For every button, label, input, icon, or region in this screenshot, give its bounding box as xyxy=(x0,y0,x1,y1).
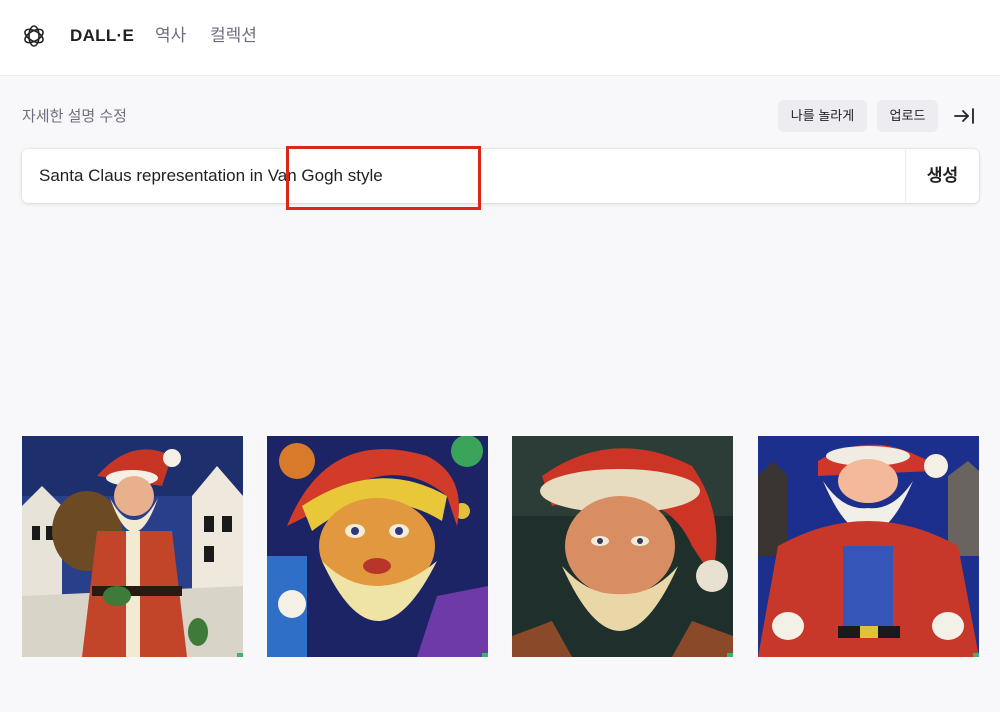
generate-button[interactable]: 생성 xyxy=(905,149,979,203)
prompt-input[interactable] xyxy=(22,149,905,203)
upload-button[interactable]: 업로드 xyxy=(877,100,938,132)
arrow-right-to-bar-icon[interactable] xyxy=(952,104,976,128)
result-image-santa-with-sack[interactable] xyxy=(22,436,243,657)
top-navigation-bar: DALL·E 역사 컬렉션 xyxy=(0,0,1000,76)
openai-logo-icon[interactable] xyxy=(21,23,47,49)
nav-brand-dalle[interactable]: DALL·E xyxy=(70,25,134,47)
result-image-santa-portrait[interactable] xyxy=(512,436,733,657)
nav-history-link[interactable]: 역사 xyxy=(155,25,186,47)
prompt-label: 자세한 설명 수정 xyxy=(22,108,127,125)
nav-collections-link[interactable]: 컬렉션 xyxy=(210,25,257,47)
surprise-me-button[interactable]: 나를 놀라게 xyxy=(778,100,867,132)
result-image-santa-blue-background[interactable] xyxy=(758,436,979,657)
result-image-santa-colorful-closeup[interactable] xyxy=(267,436,488,657)
prompt-bar: 생성 xyxy=(22,149,979,203)
